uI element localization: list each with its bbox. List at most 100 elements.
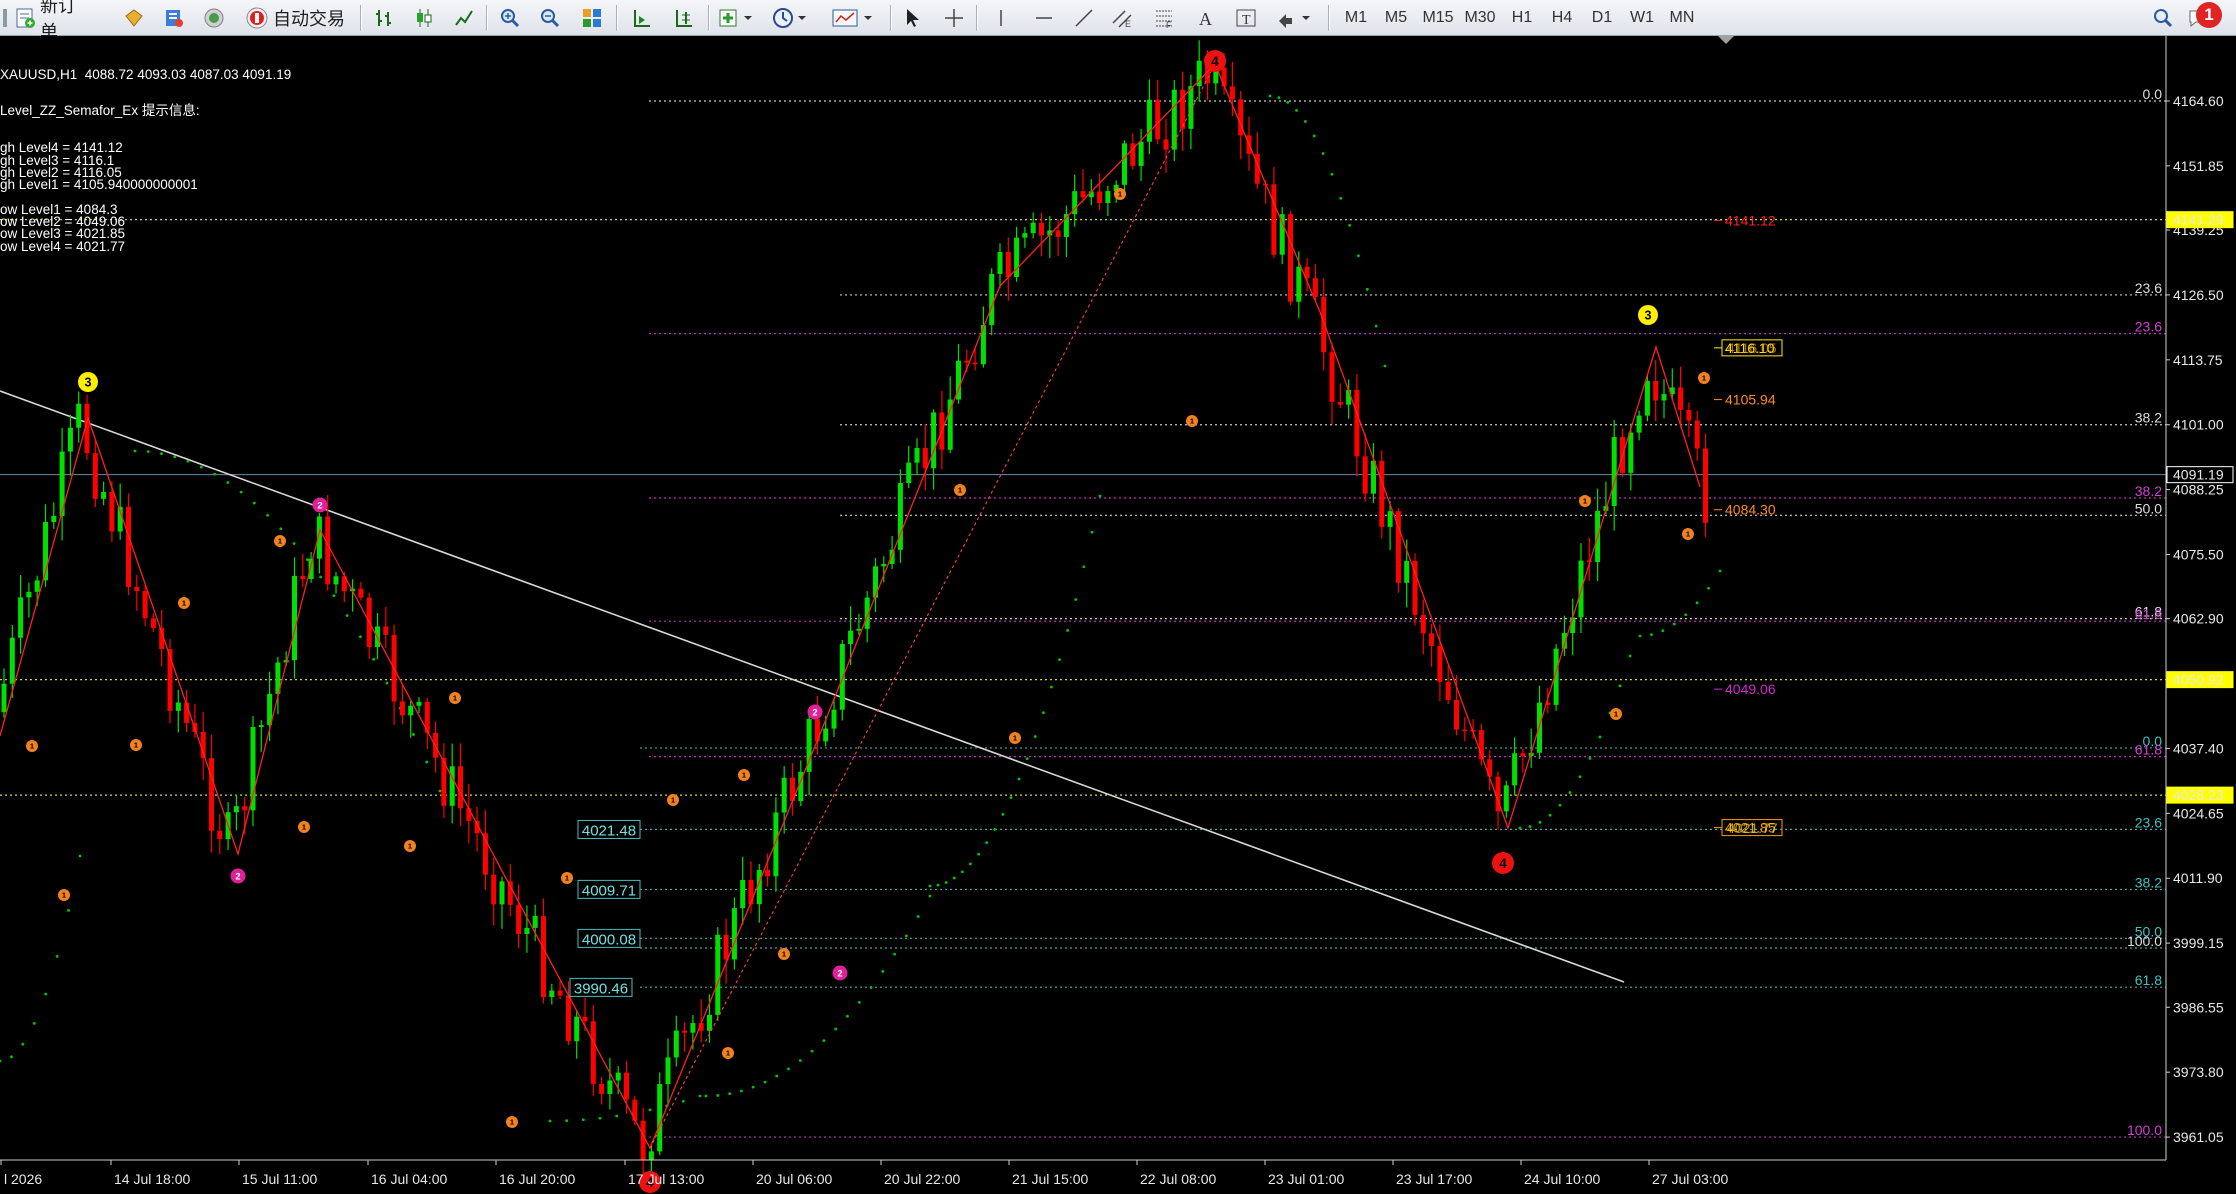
psar-dot: [846, 1014, 849, 1018]
notification-badge[interactable]: 1: [2196, 2, 2222, 28]
candle-body: [1055, 230, 1061, 237]
candle: [150, 613, 156, 632]
candle-body: [690, 1023, 696, 1033]
candle-body: [1628, 432, 1634, 473]
candle-body: [648, 1151, 654, 1161]
semafor-marker: 2: [832, 965, 848, 981]
timeframe-mn[interactable]: MN: [1664, 6, 1700, 30]
zoom-in-button[interactable]: [496, 4, 524, 31]
psar-dot: [1638, 634, 1642, 638]
candle: [134, 575, 140, 611]
line-chart-button[interactable]: [450, 4, 478, 31]
trendline-button[interactable]: [1070, 4, 1098, 31]
psar-dot: [1558, 803, 1562, 807]
chart-shift-button[interactable]: [670, 4, 698, 31]
candle-body: [466, 808, 472, 821]
signals-button[interactable]: [200, 4, 228, 31]
timeframe-h1[interactable]: H1: [1504, 6, 1540, 30]
candle-body: [1694, 420, 1700, 449]
fib-label: 23.6: [2135, 814, 2162, 830]
toolbar-grip: [0, 4, 10, 31]
text-label-button[interactable]: T: [1232, 4, 1260, 31]
horizontal-line-button[interactable]: [1030, 4, 1058, 31]
candle: [126, 493, 131, 596]
crosshair-button[interactable]: [940, 4, 968, 31]
semafor-marker: 1: [130, 739, 142, 751]
candle: [449, 743, 455, 824]
cursor-button[interactable]: [898, 4, 926, 31]
semafor-marker: 1: [58, 889, 70, 901]
psar-dot: [1090, 530, 1094, 534]
candle: [1669, 368, 1675, 401]
psar-dot: [928, 894, 932, 898]
semafor-marker: 3: [78, 372, 98, 392]
candle: [458, 743, 463, 827]
strategy-tester-button[interactable]: [120, 4, 148, 31]
svg-text:F: F: [1166, 20, 1172, 29]
fib-label: 61.8: [2135, 972, 2162, 988]
templates-button[interactable]: [830, 4, 876, 31]
candle: [1354, 373, 1360, 477]
bar-chart-button[interactable]: [370, 4, 398, 31]
equidistant-channel-button[interactable]: E: [1108, 4, 1136, 31]
fib-label: 100.0: [2127, 933, 2162, 949]
periods-icon: [772, 7, 808, 29]
candle-body: [1354, 389, 1360, 457]
candle: [1362, 433, 1368, 502]
timeframe-m5[interactable]: M5: [1378, 6, 1414, 30]
semafor-number: 2: [235, 871, 240, 881]
text-button[interactable]: A: [1192, 4, 1220, 31]
crosshair-icon: [943, 7, 965, 29]
candle-body: [109, 491, 115, 532]
indicators-button[interactable]: [716, 4, 756, 31]
price-chart[interactable]: 4443322221111111111111111111111 0.0 23.6 2…: [0, 36, 2236, 1194]
candle: [1454, 675, 1459, 736]
candle-body: [499, 881, 505, 905]
price-highlight: 4050.92: [2166, 671, 2234, 689]
psar-dot: [1348, 224, 1352, 227]
psar-dot: [1082, 565, 1086, 569]
timeframe-d1[interactable]: D1: [1584, 6, 1620, 30]
candle-body: [574, 1016, 580, 1042]
auto-scroll-button[interactable]: [628, 4, 656, 31]
fib-value-box: 4009.71: [577, 879, 641, 899]
candlestick-button[interactable]: [410, 4, 438, 31]
semafor-number: 1: [62, 891, 66, 900]
zoom-out-button[interactable]: [536, 4, 564, 31]
psar-dot: [1009, 796, 1013, 799]
candle-body: [516, 904, 522, 934]
equidistant-channel-icon: E: [1111, 7, 1133, 29]
candle: [491, 857, 497, 926]
candle-body: [1, 683, 7, 713]
psar-dot: [1303, 120, 1307, 123]
time-tick-label: 23 Jul 17:00: [1396, 1171, 1472, 1187]
fib-value-box: 4000.08: [577, 928, 641, 948]
candle-body: [1312, 278, 1318, 297]
arrows-button[interactable]: [1274, 4, 1314, 31]
candle: [806, 707, 812, 796]
psar-dot: [798, 1059, 802, 1062]
candle: [922, 423, 928, 491]
semafor-number: 1: [1583, 497, 1587, 506]
candle: [1163, 118, 1169, 174]
search-button[interactable]: [2150, 4, 2176, 31]
market-watch-button[interactable]: [160, 4, 188, 31]
candle: [731, 897, 737, 970]
psar-dot: [698, 1094, 702, 1098]
semafor-number: 1: [958, 486, 962, 495]
psar-dot: [385, 681, 389, 685]
timeframe-w1[interactable]: W1: [1624, 6, 1660, 30]
candle-body: [624, 1072, 629, 1100]
timeframe-m30[interactable]: M30: [1460, 6, 1500, 30]
timeframe-m1[interactable]: M1: [1338, 6, 1374, 30]
fibonacci-button[interactable]: F: [1150, 4, 1178, 31]
candle: [1014, 226, 1020, 282]
auto-trading-button[interactable]: 自动交易: [240, 4, 350, 31]
tile-windows-button[interactable]: [578, 4, 606, 31]
periods-button[interactable]: [770, 4, 810, 31]
vertical-line-button[interactable]: [990, 4, 1012, 31]
psar-dot: [936, 883, 940, 887]
new-order-button[interactable]: 新订单: [14, 0, 82, 43]
timeframe-h4[interactable]: H4: [1544, 6, 1580, 30]
timeframe-m15[interactable]: M15: [1418, 6, 1458, 30]
